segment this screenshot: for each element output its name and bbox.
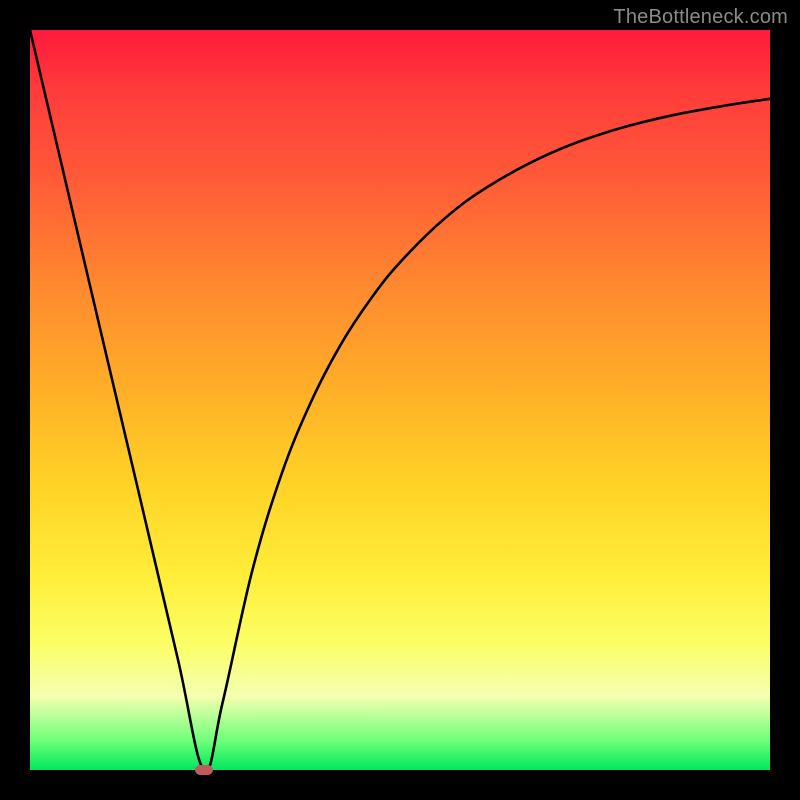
curve-svg	[30, 30, 770, 770]
plot-area	[30, 30, 770, 770]
chart-frame: TheBottleneck.com	[0, 0, 800, 800]
watermark-text: TheBottleneck.com	[613, 6, 788, 29]
optimum-marker	[195, 765, 213, 775]
bottleneck-curve	[30, 30, 770, 770]
